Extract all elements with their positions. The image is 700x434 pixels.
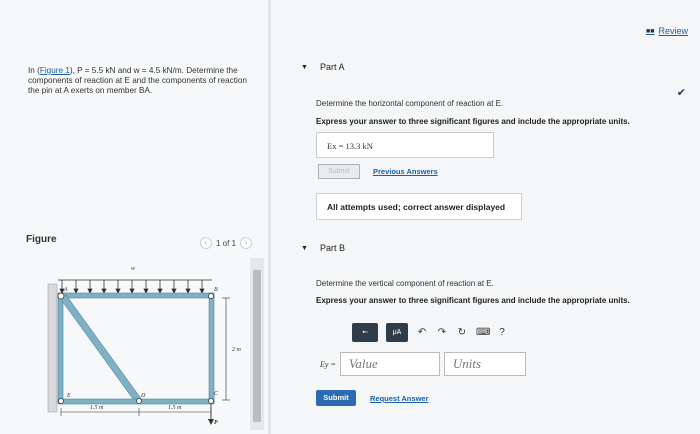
math-toolbar: ▪▫ μA ↶ ↷ ↻ ⌨ ? (352, 321, 532, 343)
member-ad (59, 294, 143, 404)
part-b-submit-button[interactable]: Submit (316, 390, 356, 406)
part-b-question: Determine the vertical component of reac… (316, 279, 494, 288)
list-icon: ■■ (646, 27, 655, 35)
member-ab (57, 292, 215, 299)
figure-label: Figure (26, 234, 57, 245)
label-w: w (131, 266, 136, 272)
collapse-triangle-icon: ▼ (301, 63, 308, 71)
problem-statement: In (Figure 1), P = 5.5 kN and w = 4.5 kN… (28, 66, 256, 97)
panel-divider (268, 0, 271, 434)
part-a-submit-button: Submit (318, 164, 360, 179)
part-a-instruction: Express your answer to three significant… (316, 117, 630, 126)
part-b-input-row: Ey = Value Units (320, 352, 526, 376)
part-a-header[interactable]: ▼ Part A (301, 62, 344, 72)
figure-pager: ‹ 1 of 1 › (200, 237, 253, 249)
frame-figure (47, 279, 230, 425)
problem-panel: In (Figure 1), P = 5.5 kN and w = 4.5 kN… (0, 0, 268, 434)
figure-page-count: 1 of 1 (216, 238, 237, 248)
label-2m: 2 m (232, 347, 241, 353)
distributed-load (58, 279, 212, 294)
label-a: A (64, 287, 68, 293)
part-a-question: Determine the horizontal component of re… (316, 99, 504, 108)
figure-link[interactable]: Figure 1 (40, 66, 70, 75)
units-button[interactable]: μA (386, 322, 408, 342)
keyboard-icon[interactable]: ⌨ (476, 327, 490, 338)
label-dim-2: 1.5 m (168, 405, 182, 411)
part-a-title: Part A (319, 62, 345, 72)
member-ae (57, 292, 64, 404)
part-a-answer-box: Ex = 13.3 kN (316, 132, 494, 158)
part-b-title: Part B (319, 243, 345, 253)
ey-label: Ey = (320, 359, 336, 369)
undo-icon[interactable]: ↶ (416, 327, 428, 338)
reset-icon[interactable]: ↻ (456, 327, 468, 338)
value-input[interactable]: Value (339, 352, 440, 376)
next-figure-icon[interactable]: › (240, 237, 253, 249)
label-c: C (214, 391, 219, 397)
review-link[interactable]: ■■ Review (646, 26, 688, 36)
part-b-header[interactable]: ▼ Part B (301, 243, 345, 253)
help-icon[interactable]: ? (496, 327, 508, 338)
member-bc (208, 292, 215, 404)
member-ec (57, 398, 215, 405)
templates-button[interactable]: ▪▫ (352, 322, 378, 342)
scrollbar-thumb[interactable] (253, 270, 261, 422)
figure-scrollbar[interactable] (250, 258, 264, 430)
units-input[interactable]: Units (443, 352, 526, 376)
request-answer-link[interactable]: Request Answer (370, 394, 429, 403)
label-e: E (67, 393, 71, 399)
label-dim-1: 1.5 m (90, 405, 104, 411)
redo-icon[interactable]: ↷ (436, 327, 448, 338)
problem-text-start: In ( (28, 66, 40, 75)
checkmark-icon: ✔ (676, 87, 686, 99)
label-d: D (141, 393, 146, 399)
label-b: B (214, 287, 218, 293)
review-label: Review (658, 26, 688, 36)
part-b-instruction: Express your answer to three significant… (316, 296, 630, 305)
attempts-note: All attempts used; correct answer displa… (316, 193, 522, 220)
label-p: P (214, 420, 218, 426)
collapse-triangle-icon: ▼ (301, 244, 308, 252)
prev-figure-icon[interactable]: ‹ (200, 237, 212, 249)
previous-answers-link[interactable]: Previous Answers (373, 167, 438, 176)
